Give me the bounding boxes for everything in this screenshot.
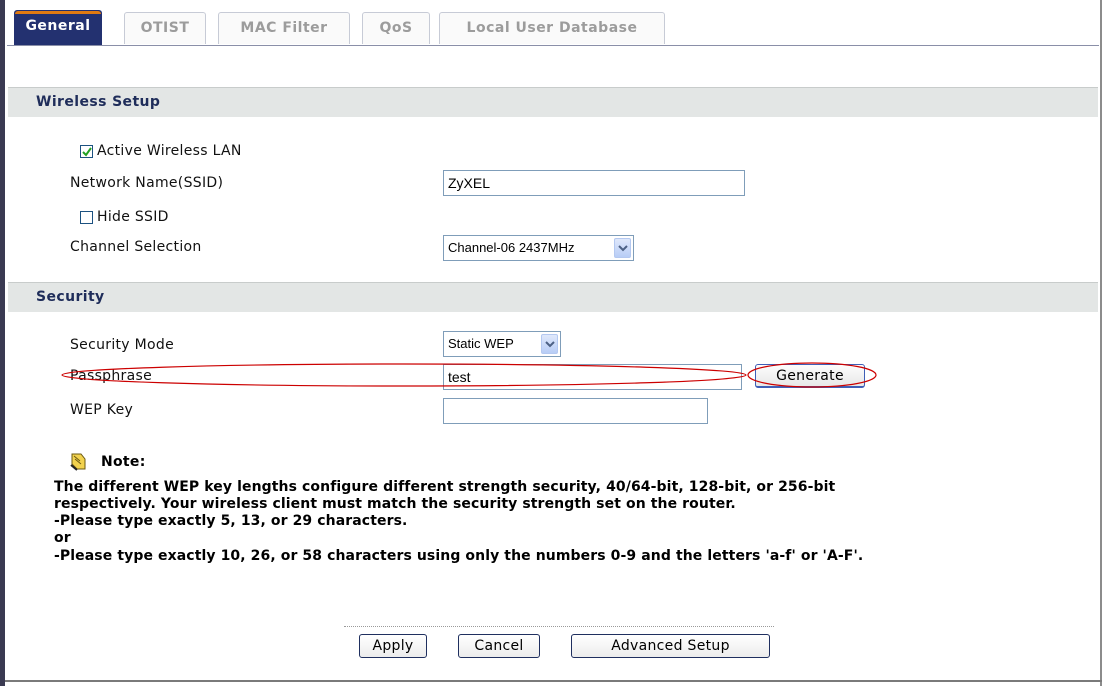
active-wireless-lan-checkbox[interactable] (80, 145, 93, 158)
channel-select[interactable]: Channel-06 2437MHz (443, 235, 634, 261)
advanced-setup-button[interactable]: Advanced Setup (571, 634, 770, 658)
security-heading: Security (8, 282, 1098, 312)
checkmark-icon (82, 147, 92, 157)
tab-qos[interactable]: QoS (362, 12, 430, 44)
note-line: -Please type exactly 10, 26, or 58 chara… (54, 548, 864, 564)
security-mode-value: Static WEP (448, 336, 514, 351)
note-line: The different WEP key lengths configure … (54, 479, 836, 495)
dropdown-button[interactable] (541, 334, 558, 354)
passphrase-input[interactable]: test (443, 364, 742, 390)
wep-key-input[interactable] (443, 398, 708, 424)
active-wireless-lan-label: Active Wireless LAN (97, 143, 242, 159)
channel-select-value: Channel-06 2437MHz (448, 240, 575, 255)
note-line: respectively. Your wireless client must … (54, 496, 736, 512)
wireless-setup-heading: Wireless Setup (8, 87, 1098, 117)
tab-otist[interactable]: OTIST (124, 12, 206, 44)
note-line: or (54, 530, 71, 546)
tab-local-user-database[interactable]: Local User Database (439, 12, 665, 44)
hide-ssid-label: Hide SSID (97, 209, 169, 225)
ssid-label: Network Name(SSID) (70, 175, 224, 191)
button-separator (344, 626, 774, 627)
note-hand-icon (70, 453, 86, 471)
note-line: -Please type exactly 5, 13, or 29 charac… (54, 513, 408, 529)
window-top-border (5, 0, 1102, 3)
apply-button[interactable]: Apply (359, 634, 427, 658)
wep-key-label: WEP Key (70, 402, 134, 418)
security-mode-select[interactable]: Static WEP (443, 331, 561, 357)
window-left-border (0, 0, 5, 686)
tab-mac-filter[interactable]: MAC Filter (218, 12, 350, 44)
cancel-button[interactable]: Cancel (458, 634, 540, 658)
generate-button[interactable]: Generate (755, 364, 865, 388)
window-bottom-border (5, 680, 1102, 682)
chevron-down-icon (545, 341, 555, 348)
tab-bar: General OTIST MAC Filter QoS Local User … (7, 7, 1099, 46)
window-right-border (1100, 0, 1102, 686)
passphrase-label: Passphrase (70, 368, 152, 384)
note-title: Note: (101, 454, 146, 470)
channel-selection-label: Channel Selection (70, 239, 202, 255)
security-mode-label: Security Mode (70, 337, 174, 353)
dropdown-button[interactable] (614, 238, 631, 258)
chevron-down-icon (618, 245, 628, 252)
ssid-input[interactable]: ZyXEL (443, 170, 745, 196)
tab-general[interactable]: General (14, 10, 102, 45)
hide-ssid-checkbox[interactable] (80, 211, 93, 224)
